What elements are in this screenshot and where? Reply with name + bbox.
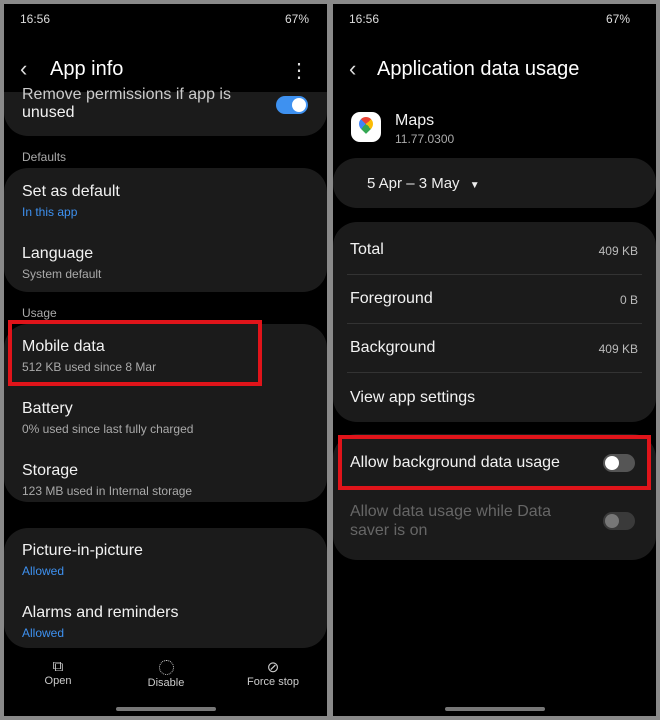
toggle-switch	[603, 512, 635, 530]
usage-details-card: Total 409 KB Foreground 0 B Background 4…	[333, 222, 656, 422]
item-label: Language	[22, 245, 94, 262]
data-usage-screen: 16:56 67% ‹ Application data usage Maps …	[333, 4, 656, 716]
row-label: Background	[350, 339, 436, 356]
item-sub: 0% used since last fully charged	[22, 422, 194, 436]
button-label: Disable	[147, 677, 185, 689]
item-label: Picture-in-picture	[22, 542, 143, 559]
dropdown-arrow-icon: ▼	[469, 180, 480, 191]
item-label: Alarms and reminders	[22, 604, 179, 621]
page-title: App info	[50, 58, 124, 80]
item-label: Storage	[22, 462, 79, 479]
disable-button[interactable]: Disable	[126, 658, 206, 689]
row-value: 0 B	[619, 293, 638, 307]
allow-data-saver-item: Allow data usage while Data saver is on	[333, 496, 656, 556]
toggle-switch[interactable]	[276, 96, 308, 114]
row-value: 409 KB	[598, 244, 638, 258]
defaults-card: Set as default In this app Language Syst…	[4, 168, 327, 292]
open-external-icon: ⧉	[52, 658, 64, 675]
force-stop-button[interactable]: ⊘ Force stop	[233, 658, 313, 688]
item-sub: In this app	[22, 205, 78, 219]
highlight-box	[338, 435, 651, 490]
button-label: Open	[44, 675, 72, 687]
item-sub: 123 MB used in Internal storage	[22, 484, 193, 498]
home-indicator[interactable]	[445, 707, 545, 711]
permissions-card: Picture-in-picture Allowed Alarms and re…	[4, 528, 327, 648]
battery-level: 67%	[605, 12, 630, 26]
app-name: Maps	[395, 112, 435, 129]
item-label: Allow data usage while Data saver is on	[350, 503, 552, 539]
open-button[interactable]: ⧉ Open	[18, 658, 98, 687]
date-range-card: 5 Apr – 3 May ▼	[333, 158, 656, 208]
item-sub: System default	[22, 267, 102, 281]
section-header: Usage	[22, 306, 57, 320]
view-app-settings-link[interactable]: View app settings	[350, 389, 475, 407]
button-label: Force stop	[247, 676, 299, 688]
more-options-icon[interactable]: ⋮	[289, 58, 309, 83]
maps-app-icon	[351, 112, 381, 142]
item-sub: Allowed	[22, 564, 65, 578]
status-time: 16:56	[349, 12, 380, 26]
remove-permissions-item[interactable]: Remove permissions if app is unused	[4, 86, 327, 136]
alarms-item[interactable]: Alarms and reminders Allowed	[4, 596, 327, 646]
item-label: unused	[22, 104, 75, 121]
home-indicator[interactable]	[116, 707, 216, 711]
pip-item[interactable]: Picture-in-picture Allowed	[4, 534, 327, 588]
item-sub: Allowed	[22, 626, 65, 640]
battery-item[interactable]: Battery 0% used since last fully charged	[4, 392, 327, 448]
highlight-box	[8, 320, 262, 386]
language-item[interactable]: Language System default	[4, 230, 327, 292]
item-label: Set as default	[22, 183, 120, 200]
row-label: Total	[350, 241, 384, 258]
app-info-screen: 16:56 67% ‹ App info ⋮ Remove permission…	[4, 4, 327, 716]
row-label: Foreground	[350, 290, 433, 307]
item-label: Remove permissions if app is	[22, 86, 231, 103]
storage-item[interactable]: Storage 123 MB used in Internal storage	[4, 454, 327, 502]
battery-level: 67%	[284, 12, 309, 26]
disable-icon	[158, 660, 174, 675]
back-button[interactable]: ‹	[20, 56, 27, 82]
page-title: Application data usage	[377, 58, 580, 80]
date-range: 5 Apr – 3 May	[367, 175, 460, 192]
status-time: 16:56	[20, 12, 51, 26]
date-range-dropdown[interactable]: 5 Apr – 3 May ▼	[367, 175, 480, 192]
app-version: 11.77.0300	[395, 132, 455, 146]
back-button[interactable]: ‹	[349, 56, 356, 82]
section-header: Defaults	[22, 150, 67, 164]
set-as-default-item[interactable]: Set as default In this app	[4, 168, 327, 230]
item-label: Battery	[22, 400, 73, 417]
row-value: 409 KB	[598, 342, 638, 356]
force-stop-icon: ⊘	[266, 659, 280, 676]
